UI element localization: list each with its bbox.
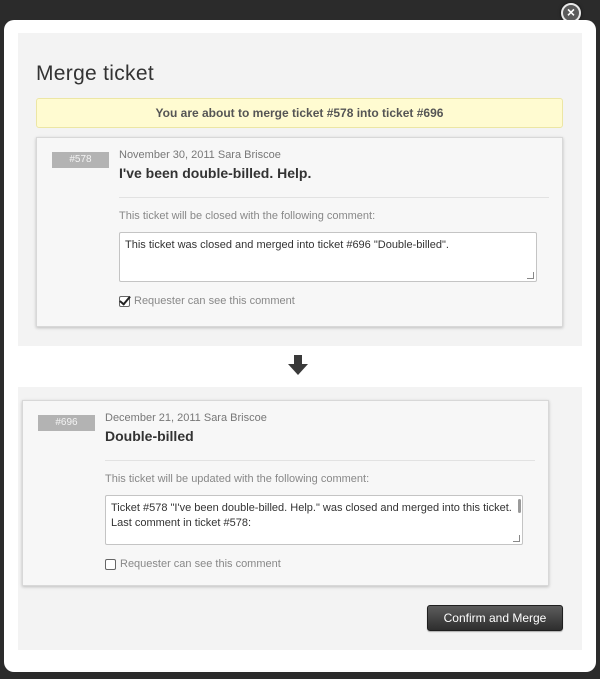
dialog-title: Merge ticket (36, 62, 154, 85)
ticket-id-badge: #578 (52, 152, 109, 168)
comment-label: This ticket will be closed with the foll… (119, 210, 376, 222)
close-icon: × (566, 4, 576, 20)
requester-visible-checkbox[interactable] (119, 295, 130, 307)
requester-visible-label: Requester can see this comment (134, 295, 295, 307)
scrollbar[interactable] (518, 499, 521, 513)
divider (105, 460, 535, 461)
ticket-meta: November 30, 2011 Sara Briscoe (119, 149, 281, 161)
target-comment-field[interactable]: Ticket #578 "I've been double-billed. He… (105, 495, 523, 545)
target-comment-text: Ticket #578 "I've been double-billed. He… (111, 502, 512, 529)
comment-label: This ticket will be updated with the fol… (105, 473, 370, 485)
requester-visible-label: Requester can see this comment (120, 558, 281, 570)
requester-visible-checkbox[interactable] (105, 558, 116, 570)
resize-handle-icon[interactable] (527, 272, 534, 279)
source-ticket-card: #578 November 30, 2011 Sara Briscoe I've… (36, 137, 563, 327)
ticket-subject: Double-billed (105, 428, 194, 444)
requester-visible-option[interactable]: Requester can see this comment (119, 295, 295, 307)
resize-handle-icon[interactable] (513, 535, 520, 542)
arrow-down-icon (288, 355, 308, 375)
confirm-and-merge-button[interactable]: Confirm and Merge (427, 605, 563, 631)
merge-notice: You are about to merge ticket #578 into … (36, 98, 563, 128)
target-ticket-card: #696 December 21, 2011 Sara Briscoe Doub… (22, 400, 549, 586)
ticket-subject: I've been double-billed. Help. (119, 165, 312, 181)
ticket-meta: December 21, 2011 Sara Briscoe (105, 412, 267, 424)
requester-visible-option[interactable]: Requester can see this comment (105, 558, 281, 570)
source-panel: Merge ticket You are about to merge tick… (18, 33, 582, 346)
source-comment-field[interactable]: This ticket was closed and merged into t… (119, 232, 537, 282)
divider (119, 197, 549, 198)
ticket-id-badge: #696 (38, 415, 95, 431)
merge-ticket-dialog: Merge ticket You are about to merge tick… (4, 20, 596, 672)
source-comment-text: This ticket was closed and merged into t… (125, 239, 449, 251)
